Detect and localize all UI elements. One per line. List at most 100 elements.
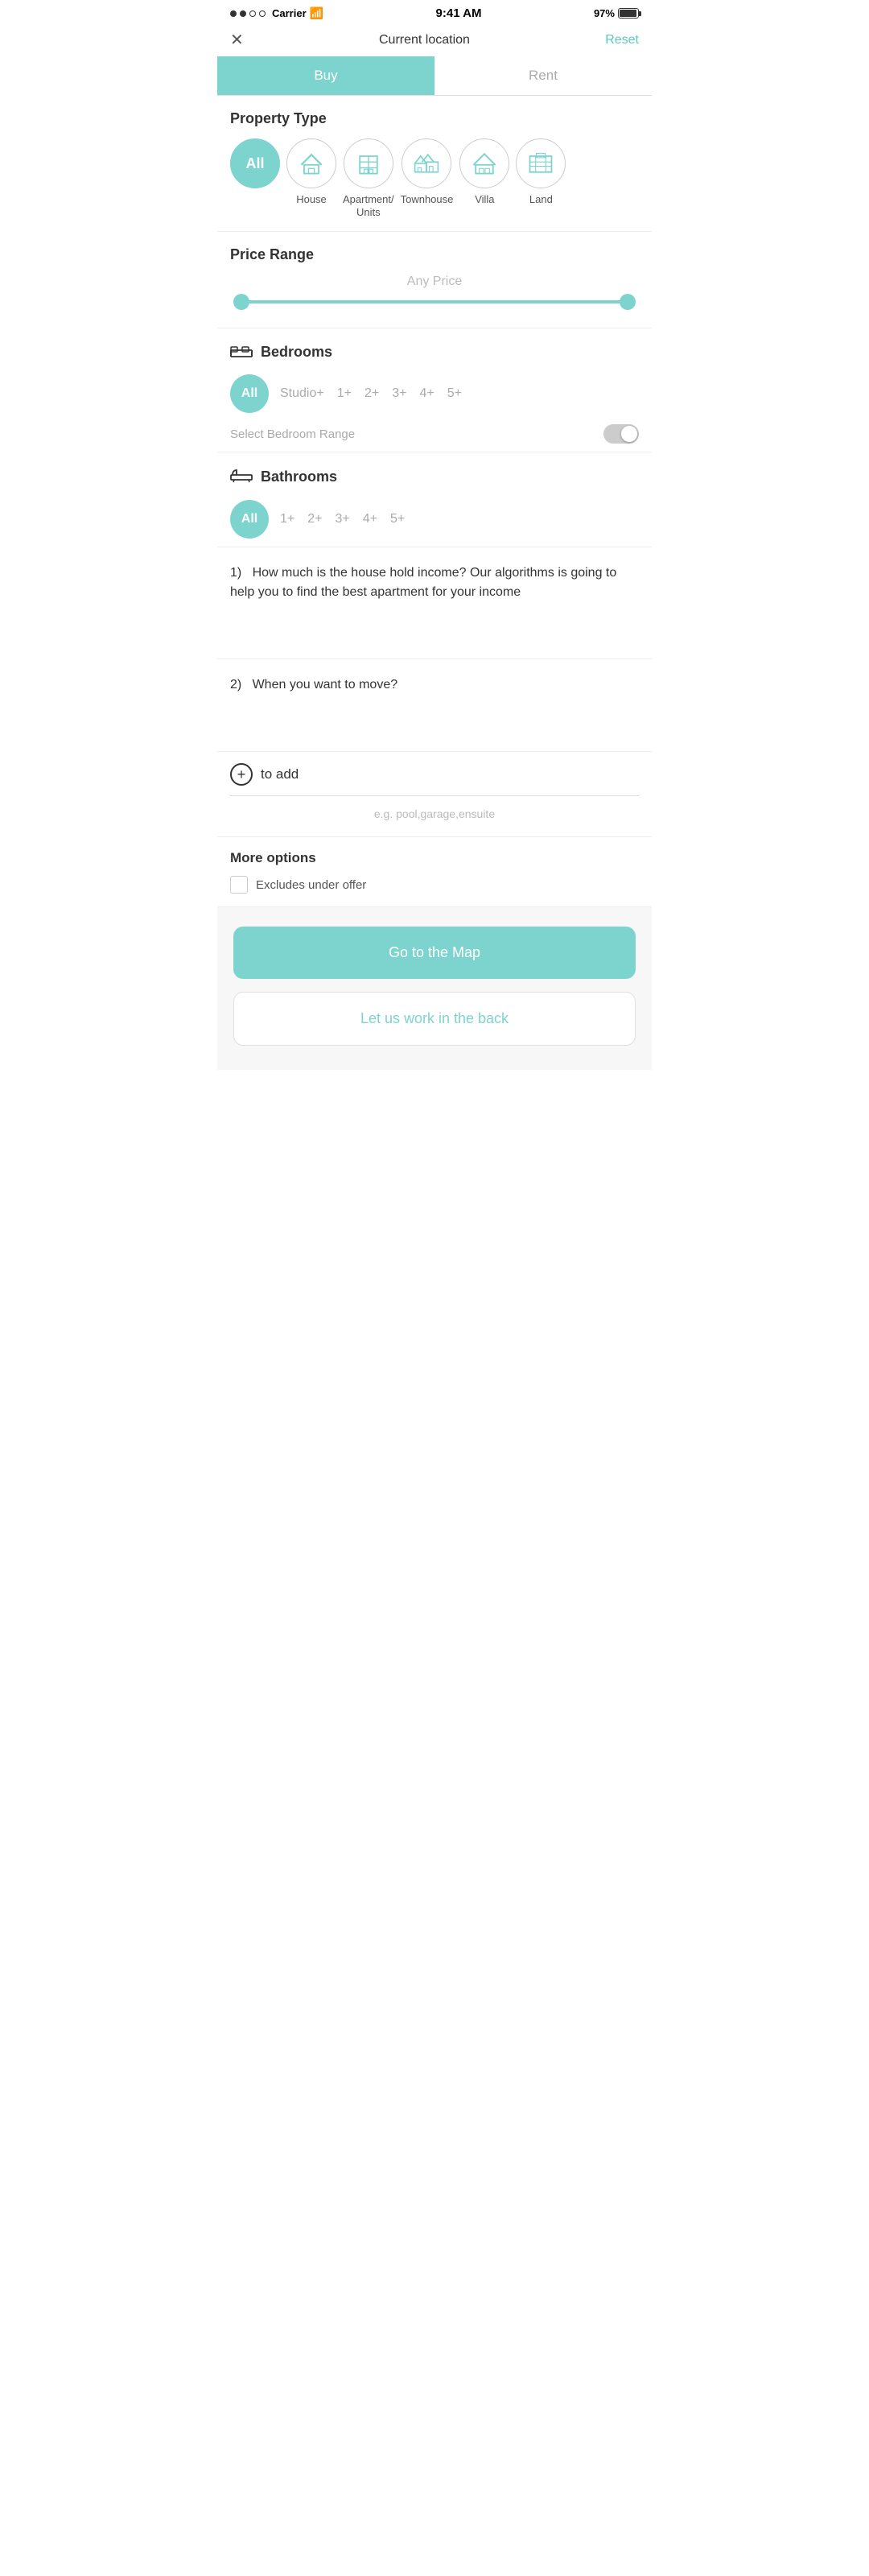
prop-type-all[interactable]: All	[230, 138, 280, 193]
bath-icon	[230, 467, 253, 487]
signal-dot-4	[259, 10, 266, 17]
status-time: 9:41 AM	[436, 6, 482, 20]
carrier-signal: Carrier 📶	[230, 6, 323, 20]
bedroom-option-studio[interactable]: Studio+	[278, 383, 326, 404]
to-add-section: + to add e.g. pool,garage,ensuite	[217, 752, 652, 837]
tab-buy[interactable]: Buy	[217, 56, 434, 95]
wifi-icon: 📶	[310, 6, 323, 20]
house-icon	[297, 149, 326, 178]
bathroom-option-4[interactable]: 4+	[361, 509, 379, 530]
tab-rent[interactable]: Rent	[434, 56, 652, 95]
property-type-title: Property Type	[230, 110, 639, 127]
signal-dot-1	[230, 10, 237, 17]
question-1-number: 1)	[230, 566, 241, 580]
question-2-number: 2)	[230, 678, 241, 691]
prop-icon-villa	[459, 138, 509, 188]
bedroom-option-3[interactable]: 3+	[390, 383, 408, 404]
prop-label-apartment: Apartment/ Units	[343, 193, 394, 218]
prop-type-apartment[interactable]: Apartment/ Units	[343, 138, 394, 218]
battery-area: 97%	[594, 7, 639, 19]
bathroom-option-all[interactable]: All	[230, 500, 269, 539]
villa-icon	[470, 149, 499, 178]
plus-circle-icon[interactable]: +	[230, 763, 253, 786]
all-label: All	[245, 155, 264, 172]
bedroom-option-all[interactable]: All	[230, 374, 269, 413]
bathroom-option-5[interactable]: 5+	[389, 509, 406, 530]
prop-label-townhouse: Townhouse	[401, 193, 454, 206]
top-nav: ✕ Current location Reset	[217, 23, 652, 56]
toggle-knob	[621, 426, 637, 442]
question-2-space	[230, 695, 639, 735]
status-bar: Carrier 📶 9:41 AM 97%	[217, 0, 652, 23]
to-add-title: to add	[261, 766, 299, 782]
property-type-section: Property Type All House	[217, 96, 652, 232]
to-add-divider	[230, 795, 639, 796]
price-slider[interactable]	[230, 300, 639, 303]
bathroom-option-2[interactable]: 2+	[306, 509, 323, 530]
townhouse-icon	[412, 149, 441, 178]
bottom-buttons: Go to the Map Let us work in the back	[217, 907, 652, 1070]
question-1-text: 1) How much is the house hold income? Ou…	[230, 564, 639, 602]
bedroom-option-4[interactable]: 4+	[418, 383, 435, 404]
apartment-icon	[354, 149, 383, 178]
bedroom-range-label: Select Bedroom Range	[230, 427, 355, 441]
excludes-under-offer-label: Excludes under offer	[256, 878, 366, 892]
question-1-body: How much is the house hold income? Our a…	[230, 566, 616, 599]
bedroom-option-2[interactable]: 2+	[363, 383, 381, 404]
more-options-title: More options	[230, 850, 639, 866]
property-types-list: All House	[230, 138, 639, 223]
prop-icon-house	[286, 138, 336, 188]
carrier-label: Carrier	[272, 7, 307, 19]
range-track	[233, 300, 636, 303]
bedroom-range-toggle-row: Select Bedroom Range	[230, 424, 639, 444]
bathrooms-header: Bathrooms	[230, 467, 639, 487]
to-add-placeholder[interactable]: e.g. pool,garage,ensuite	[230, 803, 639, 825]
prop-icon-townhouse	[402, 138, 451, 188]
question-1-section: 1) How much is the house hold income? Ou…	[217, 547, 652, 659]
prop-icon-all: All	[230, 138, 280, 188]
bedroom-range-toggle[interactable]	[603, 424, 639, 444]
bedroom-option-1[interactable]: 1+	[336, 383, 353, 404]
excludes-under-offer-checkbox[interactable]	[230, 876, 248, 894]
land-icon	[526, 149, 555, 178]
close-button[interactable]: ✕	[230, 30, 244, 50]
any-price-label: Any Price	[230, 275, 639, 289]
prop-type-land[interactable]: Land	[516, 138, 566, 206]
question-2-section: 2) When you want to move?	[217, 659, 652, 752]
price-range-section: Price Range Any Price	[217, 232, 652, 328]
signal-dot-3	[249, 10, 256, 17]
bathroom-option-3[interactable]: 3+	[334, 509, 352, 530]
range-thumb-right[interactable]	[620, 294, 636, 310]
location-label: Current location	[379, 33, 470, 47]
excludes-under-offer-row: Excludes under offer	[230, 876, 639, 894]
bathroom-option-1[interactable]: 1+	[278, 509, 296, 530]
bedrooms-title: Bedrooms	[261, 344, 332, 361]
range-thumb-left[interactable]	[233, 294, 249, 310]
question-1-space	[230, 602, 639, 642]
bathrooms-section: Bathrooms All 1+ 2+ 3+ 4+ 5+	[217, 452, 652, 547]
prop-type-townhouse[interactable]: Townhouse	[401, 138, 454, 206]
reset-button[interactable]: Reset	[605, 33, 639, 47]
prop-label-villa: Villa	[475, 193, 494, 206]
bathrooms-title: Bathrooms	[261, 469, 337, 485]
more-options-section: More options Excludes under offer	[217, 837, 652, 907]
question-2-body: When you want to move?	[253, 678, 398, 691]
bathrooms-options: All 1+ 2+ 3+ 4+ 5+	[230, 500, 639, 539]
let-us-work-button[interactable]: Let us work in the back	[233, 992, 636, 1046]
prop-label-house: House	[296, 193, 327, 206]
battery-fill	[620, 10, 636, 17]
bed-icon	[230, 343, 253, 361]
bedrooms-section: Bedrooms All Studio+ 1+ 2+ 3+ 4+ 5+ Sele…	[217, 328, 652, 452]
to-add-header: + to add	[230, 763, 639, 786]
battery-icon	[618, 8, 639, 19]
signal-dot-2	[240, 10, 246, 17]
bedroom-option-5[interactable]: 5+	[446, 383, 463, 404]
battery-percent: 97%	[594, 7, 615, 19]
prop-type-house[interactable]: House	[286, 138, 336, 206]
price-range-title: Price Range	[230, 246, 639, 263]
prop-type-villa[interactable]: Villa	[459, 138, 509, 206]
buy-rent-tabs: Buy Rent	[217, 56, 652, 96]
go-to-map-button[interactable]: Go to the Map	[233, 927, 636, 979]
bedrooms-options: All Studio+ 1+ 2+ 3+ 4+ 5+	[230, 374, 639, 413]
prop-icon-land	[516, 138, 566, 188]
